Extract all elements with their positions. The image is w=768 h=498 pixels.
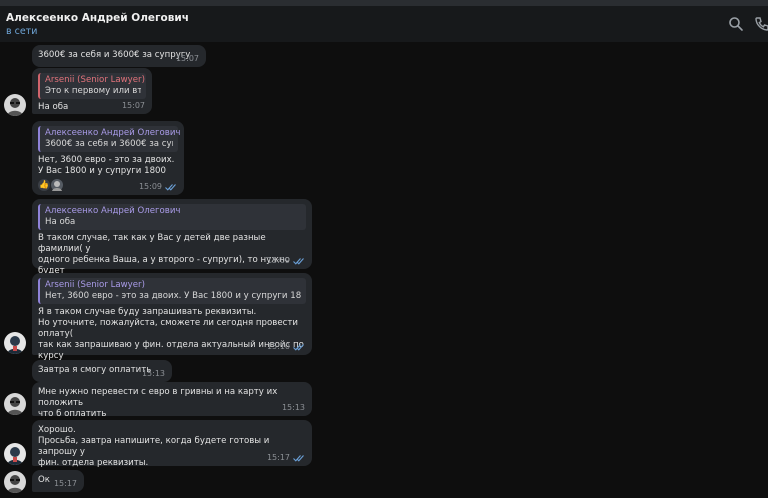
message-text: Нет, 3600 евро - это за двоих. У Вас 180… bbox=[38, 155, 175, 176]
quote-author: Алексеенко Андрей Олегович bbox=[45, 206, 181, 216]
chat-header[interactable]: Алексеенко Андрей Олегович в сети bbox=[0, 6, 768, 42]
message-meta: 15:13 bbox=[142, 369, 165, 378]
message-meta: 15:09 bbox=[267, 256, 305, 265]
message-meta: 15:07 bbox=[176, 54, 199, 63]
message-bubble[interactable]: Алексеенко Андрей Олегович На оба В тако… bbox=[32, 199, 312, 287]
reaction-avatar bbox=[51, 179, 63, 191]
phone-icon[interactable] bbox=[754, 16, 768, 32]
reply-quote[interactable]: Arsenii (Senior Lawyer) Нет, 3600 евро -… bbox=[38, 278, 306, 304]
read-ticks-icon bbox=[293, 454, 304, 462]
avatar[interactable] bbox=[4, 471, 26, 493]
message-meta: 15:13 bbox=[282, 403, 305, 412]
quote-author: Arsenii (Senior Lawyer) bbox=[45, 75, 145, 85]
message-bubble[interactable]: Завтра я смогу оплатить 15:13 bbox=[32, 360, 172, 382]
message-bubble[interactable]: Arsenii (Senior Lawyer) Нет, 3600 евро -… bbox=[32, 273, 312, 372]
message-time: 15:13 bbox=[141, 369, 165, 378]
avatar[interactable] bbox=[4, 94, 26, 116]
message-meta: 15:09 bbox=[139, 182, 177, 191]
reply-quote[interactable]: Arsenii (Senior Lawyer) Это к первому ил… bbox=[38, 73, 146, 99]
chat-title[interactable]: Алексеенко Андрей Олегович bbox=[6, 12, 189, 24]
read-ticks-icon bbox=[293, 257, 304, 265]
avatar[interactable] bbox=[4, 443, 26, 465]
message-time: 15:17 bbox=[266, 453, 290, 462]
read-ticks-icon bbox=[293, 343, 304, 351]
quote-author: Алексеенко Андрей Олегович bbox=[45, 128, 181, 138]
avatar[interactable] bbox=[4, 393, 26, 415]
message-bubble[interactable]: Мне нужно перевести с евро в гривны и на… bbox=[32, 382, 312, 419]
message-bubble[interactable]: Arsenii (Senior Lawyer) Это к первому ил… bbox=[32, 68, 152, 114]
avatar[interactable] bbox=[4, 332, 26, 354]
reply-quote[interactable]: Алексеенко Андрей Олегович На оба bbox=[38, 204, 306, 230]
message-time: 15:13 bbox=[281, 403, 305, 412]
quote-text: Это к первому или вт... bbox=[45, 86, 141, 96]
message-bubble[interactable]: 3600€ за себя и 3600€ за супругу 15:07 bbox=[32, 45, 206, 67]
message-time: 15:07 bbox=[121, 101, 145, 110]
message-text: Мне нужно перевести с евро в гривны и на… bbox=[38, 387, 278, 419]
reply-quote[interactable]: Алексеенко Андрей Олегович 3600€ за себя… bbox=[38, 126, 181, 152]
message-time: 15:10 bbox=[266, 342, 290, 351]
message-time: 15:09 bbox=[266, 256, 290, 265]
message-list[interactable]: 3600€ за себя и 3600€ за супругу 15:07 A… bbox=[0, 42, 768, 498]
chat-status: в сети bbox=[6, 26, 38, 37]
message-time: 15:17 bbox=[53, 479, 77, 488]
message-meta: 15:17 bbox=[267, 453, 305, 462]
search-icon[interactable] bbox=[728, 16, 744, 32]
quote-text: 3600€ за себя и 3600€ за супру... bbox=[45, 139, 173, 149]
message-meta: 15:07 bbox=[122, 101, 145, 110]
read-ticks-icon bbox=[165, 183, 176, 191]
message-text: Хорошо. Просьба, завтра напишите, когда … bbox=[38, 425, 270, 468]
message-meta: 15:10 bbox=[267, 342, 305, 351]
message-bubble[interactable]: Алексеенко Андрей Олегович 3600€ за себя… bbox=[32, 121, 184, 195]
message-bubble[interactable]: Хорошо. Просьба, завтра напишите, когда … bbox=[32, 420, 312, 468]
message-meta: 15:17 bbox=[54, 479, 77, 488]
quote-text: На оба bbox=[45, 217, 76, 227]
quote-author: Arsenii (Senior Lawyer) bbox=[45, 280, 145, 290]
reaction-thumbs-up[interactable]: 👍 bbox=[38, 179, 50, 191]
message-time: 15:09 bbox=[138, 182, 162, 191]
message-time: 15:07 bbox=[175, 54, 199, 63]
quote-text: Нет, 3600 евро - это за двоих. У Вас 180… bbox=[45, 291, 301, 301]
message-bubble[interactable]: Ок 15:17 bbox=[32, 470, 84, 492]
